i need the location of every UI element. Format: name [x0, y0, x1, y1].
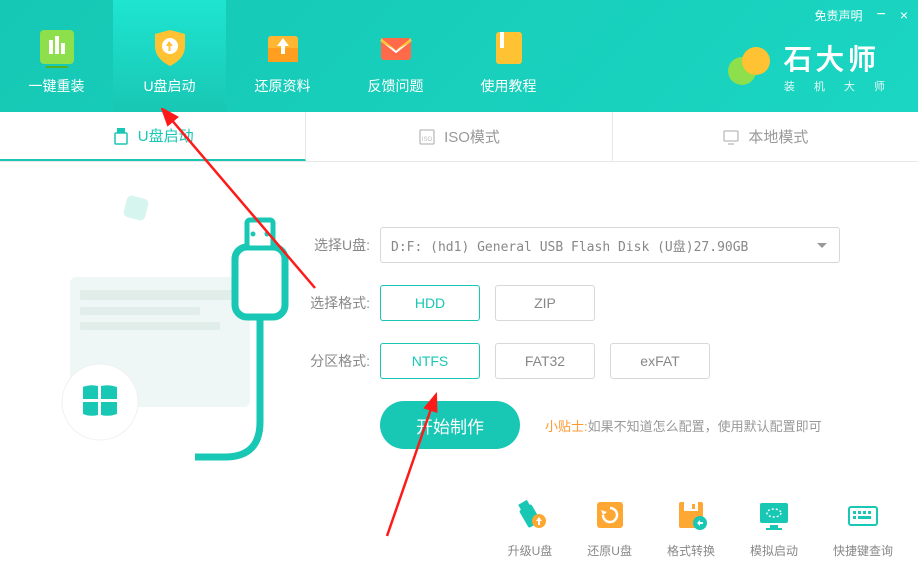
illustration — [30, 182, 300, 462]
nav-restore[interactable]: 还原资料 — [226, 0, 339, 112]
close-button[interactable]: × — [900, 7, 908, 23]
tab-label: U盘启动 — [138, 125, 194, 146]
nav-label: 反馈问题 — [368, 76, 424, 96]
form: 选择U盘: D:F: (hd1) General USB Flash Disk … — [300, 182, 888, 462]
tool-restore-usb[interactable]: 还原U盘 — [587, 496, 632, 559]
tool-shortcut[interactable]: 快捷键查询 — [833, 496, 893, 559]
mode-tabs: U盘启动 ISO ISO模式 本地模式 — [0, 112, 918, 162]
app-logo: 石大师 装 机 大 师 — [726, 38, 893, 94]
disk-icon — [672, 496, 710, 534]
partition-fat32[interactable]: FAT32 — [495, 343, 595, 379]
tool-simulate[interactable]: 模拟启动 — [750, 496, 798, 559]
usb-icon — [112, 127, 130, 145]
keyboard-icon — [844, 496, 882, 534]
logo-subtitle: 装 机 大 师 — [784, 78, 893, 94]
svg-text:ISO: ISO — [422, 137, 433, 143]
mail-icon — [375, 26, 417, 68]
book-icon — [488, 26, 530, 68]
nav-label: U盘启动 — [143, 76, 195, 96]
tool-label: 快捷键查询 — [833, 542, 893, 559]
start-button[interactable]: 开始制作 — [380, 401, 520, 449]
main-content: 选择U盘: D:F: (hd1) General USB Flash Disk … — [0, 162, 918, 462]
tab-label: 本地模式 — [748, 126, 808, 147]
tab-iso[interactable]: ISO ISO模式 — [306, 112, 612, 161]
tip-prefix: 小贴士: — [545, 419, 588, 434]
logo-icon — [726, 43, 772, 89]
box-up-icon — [262, 26, 304, 68]
partition-label: 分区格式: — [300, 351, 370, 371]
bars-icon — [36, 26, 78, 68]
header: 一键重装 U盘启动 还原资料 反馈问题 使用教程 免责声明 — [0, 0, 918, 112]
iso-icon: ISO — [418, 128, 436, 146]
tool-label: 还原U盘 — [587, 542, 632, 559]
tip-body: 如果不知道怎么配置，使用默认配置即可 — [588, 419, 822, 434]
select-usb-label: 选择U盘: — [300, 235, 370, 255]
format-label: 选择格式: — [300, 293, 370, 313]
top-nav: 一键重装 U盘启动 还原资料 反馈问题 使用教程 — [0, 0, 565, 112]
tool-format[interactable]: 格式转换 — [667, 496, 715, 559]
minimize-button[interactable]: − — [876, 6, 885, 24]
format-hdd[interactable]: HDD — [380, 285, 480, 321]
partition-exfat[interactable]: exFAT — [610, 343, 710, 379]
nav-reinstall[interactable]: 一键重装 — [0, 0, 113, 112]
nav-feedback[interactable]: 反馈问题 — [339, 0, 452, 112]
tool-label: 模拟启动 — [750, 542, 798, 559]
monitor-icon — [722, 128, 740, 146]
nav-label: 使用教程 — [481, 76, 537, 96]
nav-tutorial[interactable]: 使用教程 — [452, 0, 565, 112]
titlebar: 免责声明 − × — [814, 6, 908, 24]
monitor-boot-icon — [755, 496, 793, 534]
usb-upgrade-icon — [511, 496, 549, 534]
tool-label: 升级U盘 — [508, 542, 553, 559]
tab-usb[interactable]: U盘启动 — [0, 112, 306, 161]
format-zip[interactable]: ZIP — [495, 285, 595, 321]
tip-text: 小贴士:如果不知道怎么配置，使用默认配置即可 — [545, 416, 822, 435]
tool-upgrade[interactable]: 升级U盘 — [508, 496, 553, 559]
restore-icon — [591, 496, 629, 534]
nav-label: 一键重装 — [29, 76, 85, 96]
nav-usb-boot[interactable]: U盘启动 — [113, 0, 226, 112]
usb-dropdown[interactable]: D:F: (hd1) General USB Flash Disk (U盘)27… — [380, 227, 840, 263]
logo-title: 石大师 — [784, 38, 893, 78]
tab-label: ISO模式 — [444, 126, 500, 147]
shield-usb-icon — [149, 26, 191, 68]
partition-ntfs[interactable]: NTFS — [380, 343, 480, 379]
disclaimer-link[interactable]: 免责声明 — [814, 7, 862, 24]
nav-label: 还原资料 — [255, 76, 311, 96]
usb-dropdown-value: D:F: (hd1) General USB Flash Disk (U盘)27… — [391, 236, 748, 255]
tab-local[interactable]: 本地模式 — [613, 112, 918, 161]
tool-label: 格式转换 — [667, 542, 715, 559]
bottom-tools: 升级U盘 还原U盘 格式转换 模拟启动 快捷键查询 — [508, 496, 893, 559]
